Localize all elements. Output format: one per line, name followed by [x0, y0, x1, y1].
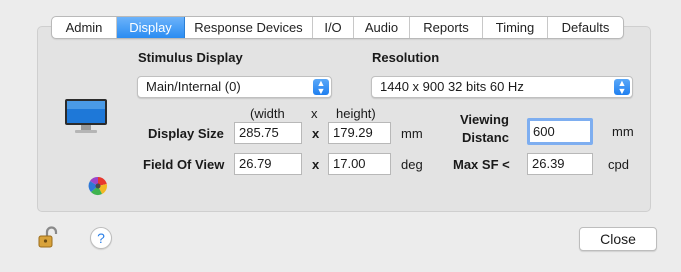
width-column-label: (width — [250, 106, 285, 121]
resolution-value: 1440 x 900 32 bits 60 Hz — [380, 79, 524, 94]
field-of-view-label: Field Of View — [143, 157, 225, 172]
tab-timing[interactable]: Timing — [483, 17, 548, 38]
tab-bar: Admin Display Response Devices I/O Audio… — [51, 16, 624, 39]
tab-defaults[interactable]: Defaults — [548, 17, 623, 38]
display-size-label: Display Size — [148, 126, 224, 141]
resolution-heading: Resolution — [372, 50, 440, 65]
display-height-field[interactable]: 179.29 — [328, 122, 391, 144]
height-column-label: height) — [336, 106, 376, 121]
viewing-distance-unit: mm — [612, 124, 634, 139]
tab-audio[interactable]: Audio — [354, 17, 410, 38]
field-of-view-unit: deg — [401, 157, 423, 172]
stimulus-display-select[interactable]: Main/Internal (0) ▲ ▼ — [137, 76, 332, 98]
x-column-label: x — [311, 106, 318, 121]
monitor-icon — [65, 99, 107, 133]
tab-display[interactable]: Display — [117, 17, 185, 38]
tab-io[interactable]: I/O — [313, 17, 354, 38]
fov-height-field[interactable]: 17.00 — [328, 153, 391, 175]
chevron-updown-icon: ▲ ▼ — [614, 79, 630, 96]
viewing-distance-field[interactable]: 600 — [527, 118, 593, 145]
display-size-unit: mm — [401, 126, 423, 141]
stimulus-display-value: Main/Internal (0) — [146, 79, 241, 94]
display-width-field[interactable]: 285.75 — [234, 122, 302, 144]
max-sf-label: Max SF < — [453, 157, 510, 172]
display-size-x: x — [312, 126, 320, 141]
resolution-select[interactable]: 1440 x 900 32 bits 60 Hz ▲ ▼ — [371, 76, 633, 98]
tab-reports[interactable]: Reports — [410, 17, 483, 38]
stimulus-display-heading: Stimulus Display — [138, 50, 243, 65]
max-sf-unit: cpd — [608, 157, 629, 172]
tab-admin[interactable]: Admin — [52, 17, 117, 38]
viewing-distance-label-2: Distanc — [462, 130, 509, 145]
fov-width-field[interactable]: 26.79 — [234, 153, 302, 175]
chevron-updown-icon: ▲ ▼ — [313, 79, 329, 96]
color-wheel-icon[interactable] — [88, 176, 108, 196]
tab-response-devices[interactable]: Response Devices — [185, 17, 313, 38]
help-icon[interactable]: ? — [90, 227, 112, 249]
max-sf-field[interactable]: 26.39 — [527, 153, 593, 175]
lock-icon[interactable] — [38, 226, 58, 248]
close-button[interactable]: Close — [579, 227, 657, 251]
field-of-view-x: x — [312, 157, 320, 172]
viewing-distance-label-1: Viewing — [460, 112, 509, 127]
